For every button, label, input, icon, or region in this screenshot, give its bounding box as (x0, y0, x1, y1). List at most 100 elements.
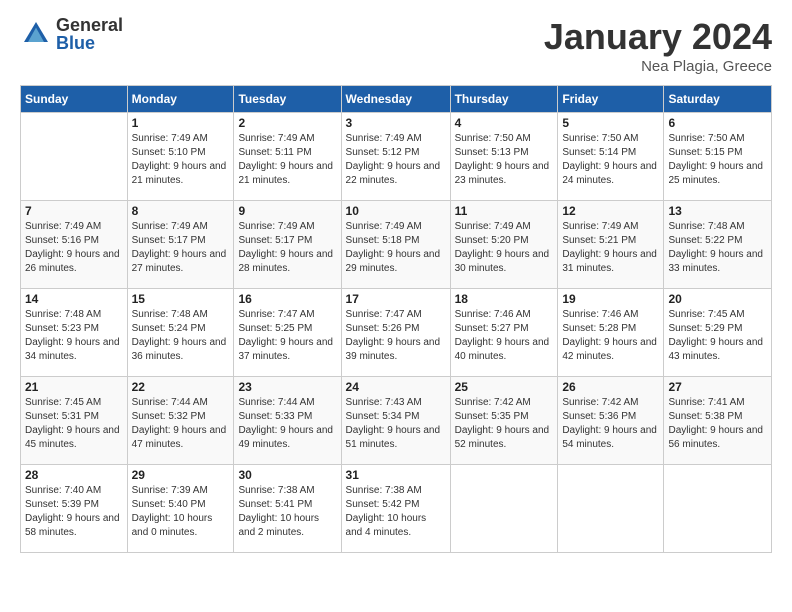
daylight-text: Daylight: 9 hours and 25 minutes. (668, 160, 767, 188)
table-row: 11Sunrise: 7:49 AMSunset: 5:20 PMDayligh… (450, 201, 558, 289)
day-detail: Sunrise: 7:49 AMSunset: 5:17 PMDaylight:… (238, 220, 336, 276)
sunset-text: Sunset: 5:33 PM (238, 410, 336, 424)
sunset-text: Sunset: 5:18 PM (346, 234, 446, 248)
daylight-text: Daylight: 9 hours and 29 minutes. (346, 248, 446, 276)
daylight-text: Daylight: 9 hours and 33 minutes. (668, 248, 767, 276)
table-row: 15Sunrise: 7:48 AMSunset: 5:24 PMDayligh… (127, 289, 234, 377)
day-detail: Sunrise: 7:49 AMSunset: 5:17 PMDaylight:… (132, 220, 230, 276)
day-number: 20 (668, 292, 767, 306)
day-number: 6 (668, 116, 767, 130)
sunrise-text: Sunrise: 7:39 AM (132, 484, 230, 498)
day-number: 15 (132, 292, 230, 306)
table-row: 24Sunrise: 7:43 AMSunset: 5:34 PMDayligh… (341, 377, 450, 465)
daylight-text: Daylight: 9 hours and 54 minutes. (562, 424, 659, 452)
table-row: 20 Sunrise: 7:45 AMSunset: 5:29 PMDayligh… (664, 289, 772, 377)
day-number: 9 (238, 204, 336, 218)
table-row: 4Sunrise: 7:50 AMSunset: 5:13 PMDaylight… (450, 113, 558, 201)
sunrise-text: Sunrise: 7:45 AM (25, 396, 123, 410)
sunrise-text: Sunrise: 7:42 AM (562, 396, 659, 410)
sunrise-text: Sunrise: 7:49 AM (132, 220, 230, 234)
sunrise-text: Sunrise: 7:46 AM (455, 308, 554, 322)
day-number: 8 (132, 204, 230, 218)
sunset-text: Sunset: 5:35 PM (455, 410, 554, 424)
daylight-text: Daylight: 9 hours and 39 minutes. (346, 336, 446, 364)
day-detail: Sunrise: 7:44 AMSunset: 5:32 PMDaylight:… (132, 396, 230, 452)
sunrise-text: Sunrise: 7:40 AM (25, 484, 123, 498)
table-row: 5Sunrise: 7:50 AMSunset: 5:14 PMDaylight… (558, 113, 664, 201)
table-row (558, 465, 664, 553)
table-row: 12Sunrise: 7:49 AMSunset: 5:21 PMDayligh… (558, 201, 664, 289)
table-row: 13Sunrise: 7:48 AMSunset: 5:22 PMDayligh… (664, 201, 772, 289)
calendar-week-row: 21Sunrise: 7:45 AMSunset: 5:31 PMDayligh… (21, 377, 772, 465)
month-title: January 2024 (544, 16, 772, 58)
day-detail: Sunrise: 7:50 AMSunset: 5:13 PMDaylight:… (455, 132, 554, 188)
table-row: 30Sunrise: 7:38 AMSunset: 5:41 PMDayligh… (234, 465, 341, 553)
daylight-text: Daylight: 9 hours and 24 minutes. (562, 160, 659, 188)
day-number: 17 (346, 292, 446, 306)
sunrise-text: Sunrise: 7:43 AM (346, 396, 446, 410)
sunset-text: Sunset: 5:39 PM (25, 498, 123, 512)
day-number: 1 (132, 116, 230, 130)
table-row: 10Sunrise: 7:49 AMSunset: 5:18 PMDayligh… (341, 201, 450, 289)
sunrise-text: Sunrise: 7:46 AM (562, 308, 659, 322)
sunrise-text: Sunrise: 7:41 AM (668, 396, 767, 410)
sunset-text: Sunset: 5:15 PM (668, 146, 767, 160)
sunset-text: Sunset: 5:23 PM (25, 322, 123, 336)
day-number: 29 (132, 468, 230, 482)
col-tuesday: Tuesday (234, 86, 341, 113)
daylight-text: Daylight: 9 hours and 47 minutes. (132, 424, 230, 452)
day-number: 31 (346, 468, 446, 482)
table-row: 14Sunrise: 7:48 AMSunset: 5:23 PMDayligh… (21, 289, 128, 377)
location-subtitle: Nea Plagia, Greece (544, 58, 772, 75)
sunrise-text: Sunrise: 7:42 AM (455, 396, 554, 410)
table-row: 2Sunrise: 7:49 AMSunset: 5:11 PMDaylight… (234, 113, 341, 201)
table-row: 9 Sunrise: 7:49 AMSunset: 5:17 PMDaylight… (234, 201, 341, 289)
sunset-text: Sunset: 5:28 PM (562, 322, 659, 336)
daylight-text: Daylight: 9 hours and 22 minutes. (346, 160, 446, 188)
day-detail: Sunrise: 7:50 AMSunset: 5:15 PMDaylight:… (668, 132, 767, 188)
table-row: 16Sunrise: 7:47 AMSunset: 5:25 PMDayligh… (234, 289, 341, 377)
daylight-text: Daylight: 9 hours and 28 minutes. (238, 248, 336, 276)
daylight-text: Daylight: 10 hours and 0 minutes. (132, 512, 230, 540)
table-row: 6 Sunrise: 7:50 AMSunset: 5:15 PMDaylight… (664, 113, 772, 201)
daylight-text: Daylight: 10 hours and 4 minutes. (346, 512, 446, 540)
logo-icon (20, 18, 52, 50)
day-number: 19 (562, 292, 659, 306)
sunrise-text: Sunrise: 7:49 AM (346, 132, 446, 146)
table-row (21, 113, 128, 201)
sunrise-text: Sunrise: 7:50 AM (562, 132, 659, 146)
daylight-text: Daylight: 9 hours and 52 minutes. (455, 424, 554, 452)
table-row: 17 Sunrise: 7:47 AMSunset: 5:26 PMDayligh… (341, 289, 450, 377)
daylight-text: Daylight: 9 hours and 58 minutes. (25, 512, 123, 540)
sunset-text: Sunset: 5:20 PM (455, 234, 554, 248)
sunset-text: Sunset: 5:10 PM (132, 146, 230, 160)
sunset-text: Sunset: 5:38 PM (668, 410, 767, 424)
table-row: 27Sunrise: 7:41 AMSunset: 5:38 PMDayligh… (664, 377, 772, 465)
sunrise-text: Sunrise: 7:48 AM (25, 308, 123, 322)
logo-blue: Blue (56, 34, 123, 52)
day-number: 21 (25, 380, 123, 394)
day-number: 3 (346, 116, 446, 130)
calendar-table: Sunday Monday Tuesday Wednesday Thursday… (20, 85, 772, 553)
day-number: 18 (455, 292, 554, 306)
day-detail: Sunrise: 7:49 AMSunset: 5:21 PMDaylight:… (562, 220, 659, 276)
table-row: 21Sunrise: 7:45 AMSunset: 5:31 PMDayligh… (21, 377, 128, 465)
daylight-text: Daylight: 9 hours and 26 minutes. (25, 248, 123, 276)
day-number: 28 (25, 468, 123, 482)
day-detail: Sunrise: 7:49 AMSunset: 5:11 PMDaylight:… (238, 132, 336, 188)
calendar-week-row: 1Sunrise: 7:49 AMSunset: 5:10 PMDaylight… (21, 113, 772, 201)
day-detail: Sunrise: 7:46 AMSunset: 5:28 PMDaylight:… (562, 308, 659, 364)
day-detail: Sunrise: 7:47 AMSunset: 5:26 PMDaylight:… (346, 308, 446, 364)
title-area: January 2024 Nea Plagia, Greece (544, 16, 772, 75)
day-detail: Sunrise: 7:49 AMSunset: 5:10 PMDaylight:… (132, 132, 230, 188)
sunrise-text: Sunrise: 7:48 AM (668, 220, 767, 234)
sunset-text: Sunset: 5:40 PM (132, 498, 230, 512)
sunset-text: Sunset: 5:34 PM (346, 410, 446, 424)
table-row (664, 465, 772, 553)
day-detail: Sunrise: 7:49 AMSunset: 5:12 PMDaylight:… (346, 132, 446, 188)
day-detail: Sunrise: 7:46 AMSunset: 5:27 PMDaylight:… (455, 308, 554, 364)
table-row: 29 Sunrise: 7:39 AMSunset: 5:40 PMDayligh… (127, 465, 234, 553)
day-number: 5 (562, 116, 659, 130)
sunset-text: Sunset: 5:41 PM (238, 498, 336, 512)
day-detail: Sunrise: 7:45 AMSunset: 5:29 PMDaylight:… (668, 308, 767, 364)
